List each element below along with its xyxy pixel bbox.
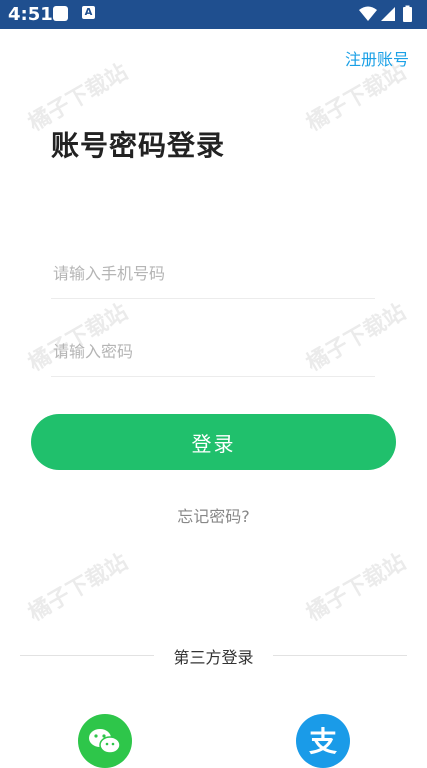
status-bar: 4:51 A	[0, 0, 427, 29]
a-letter-icon: A	[82, 6, 95, 19]
register-account-link[interactable]: 注册账号	[345, 46, 409, 70]
svg-text:支: 支	[309, 725, 337, 758]
page-title: 账号密码登录	[51, 129, 226, 162]
password-input[interactable]	[51, 326, 379, 376]
app-square-icon	[53, 6, 68, 21]
third-party-label: 第三方登录	[173, 648, 254, 667]
forgot-password-link[interactable]: 忘记密码?	[0, 503, 427, 527]
third-party-divider: 第三方登录	[20, 644, 407, 667]
wifi-icon	[359, 6, 377, 21]
phone-input[interactable]	[51, 248, 379, 298]
battery-icon	[403, 7, 412, 22]
divider-line	[273, 655, 407, 656]
watermark: 橘子下载站	[302, 549, 411, 627]
login-button[interactable]: 登录	[31, 414, 396, 470]
password-field	[51, 326, 379, 377]
phone-field	[51, 248, 379, 299]
system-icons	[357, 5, 419, 23]
status-time: 4:51	[8, 4, 53, 25]
cell-signal-icon	[381, 7, 395, 21]
watermark: 橘子下载站	[24, 549, 133, 627]
